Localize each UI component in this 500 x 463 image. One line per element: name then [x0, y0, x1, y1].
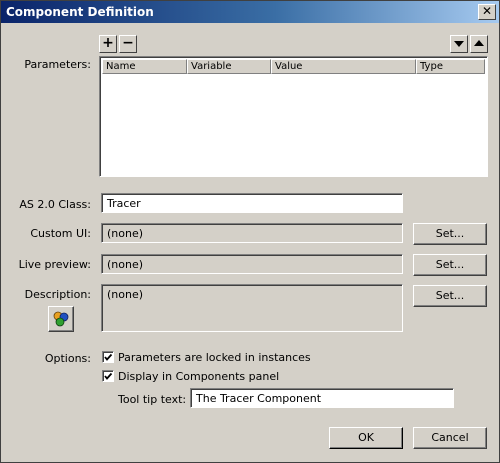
tooltip-label: Tool tip text: — [118, 393, 187, 406]
custom-ui-field: (none) — [101, 223, 403, 243]
checkmark-icon — [104, 372, 113, 380]
move-down-button[interactable] — [450, 35, 468, 53]
column-header-value[interactable]: Value — [271, 59, 416, 74]
custom-ui-set-button[interactable]: Set... — [413, 223, 487, 245]
tooltip-input[interactable]: The Tracer Component — [190, 388, 454, 408]
parameters-grid[interactable]: Name Variable Value Type — [99, 56, 488, 177]
custom-ui-label: Custom UI: — [30, 227, 91, 240]
close-button[interactable]: ✕ — [478, 4, 496, 20]
remove-parameter-button[interactable]: − — [119, 35, 137, 53]
grid-header: Name Variable Value Type — [102, 59, 485, 74]
display-checkbox[interactable] — [102, 370, 114, 382]
locked-checkbox-label: Parameters are locked in instances — [118, 351, 311, 364]
checkmark-icon — [104, 353, 113, 361]
move-up-button[interactable] — [470, 35, 488, 53]
component-icon — [53, 311, 69, 327]
add-parameter-button[interactable]: + — [99, 35, 117, 53]
description-set-button[interactable]: Set... — [413, 285, 487, 307]
description-field: (none) — [101, 284, 403, 332]
window-title: Component Definition — [6, 5, 154, 19]
column-header-name[interactable]: Name — [102, 59, 187, 74]
description-label: Description: — [24, 288, 91, 301]
parameters-label: Parameters: — [24, 58, 91, 71]
display-checkbox-label: Display in Components panel — [118, 370, 280, 383]
arrow-up-icon — [474, 40, 484, 46]
component-icon-button[interactable] — [48, 306, 74, 332]
live-preview-set-button[interactable]: Set... — [413, 254, 487, 276]
title-bar: Component Definition ✕ — [1, 1, 499, 23]
ok-button[interactable]: OK — [329, 427, 403, 449]
column-header-type[interactable]: Type — [416, 59, 485, 74]
live-preview-field: (none) — [101, 254, 403, 274]
component-definition-dialog: Component Definition ✕ Parameters: + − N… — [0, 0, 500, 463]
options-label: Options: — [44, 352, 91, 365]
arrow-down-icon — [454, 41, 464, 47]
live-preview-label: Live preview: — [18, 258, 91, 271]
cancel-button[interactable]: Cancel — [413, 427, 487, 449]
locked-checkbox[interactable] — [102, 351, 114, 363]
column-header-variable[interactable]: Variable — [187, 59, 271, 74]
as-class-input[interactable]: Tracer — [101, 193, 403, 213]
as-class-label: AS 2.0 Class: — [19, 198, 91, 211]
